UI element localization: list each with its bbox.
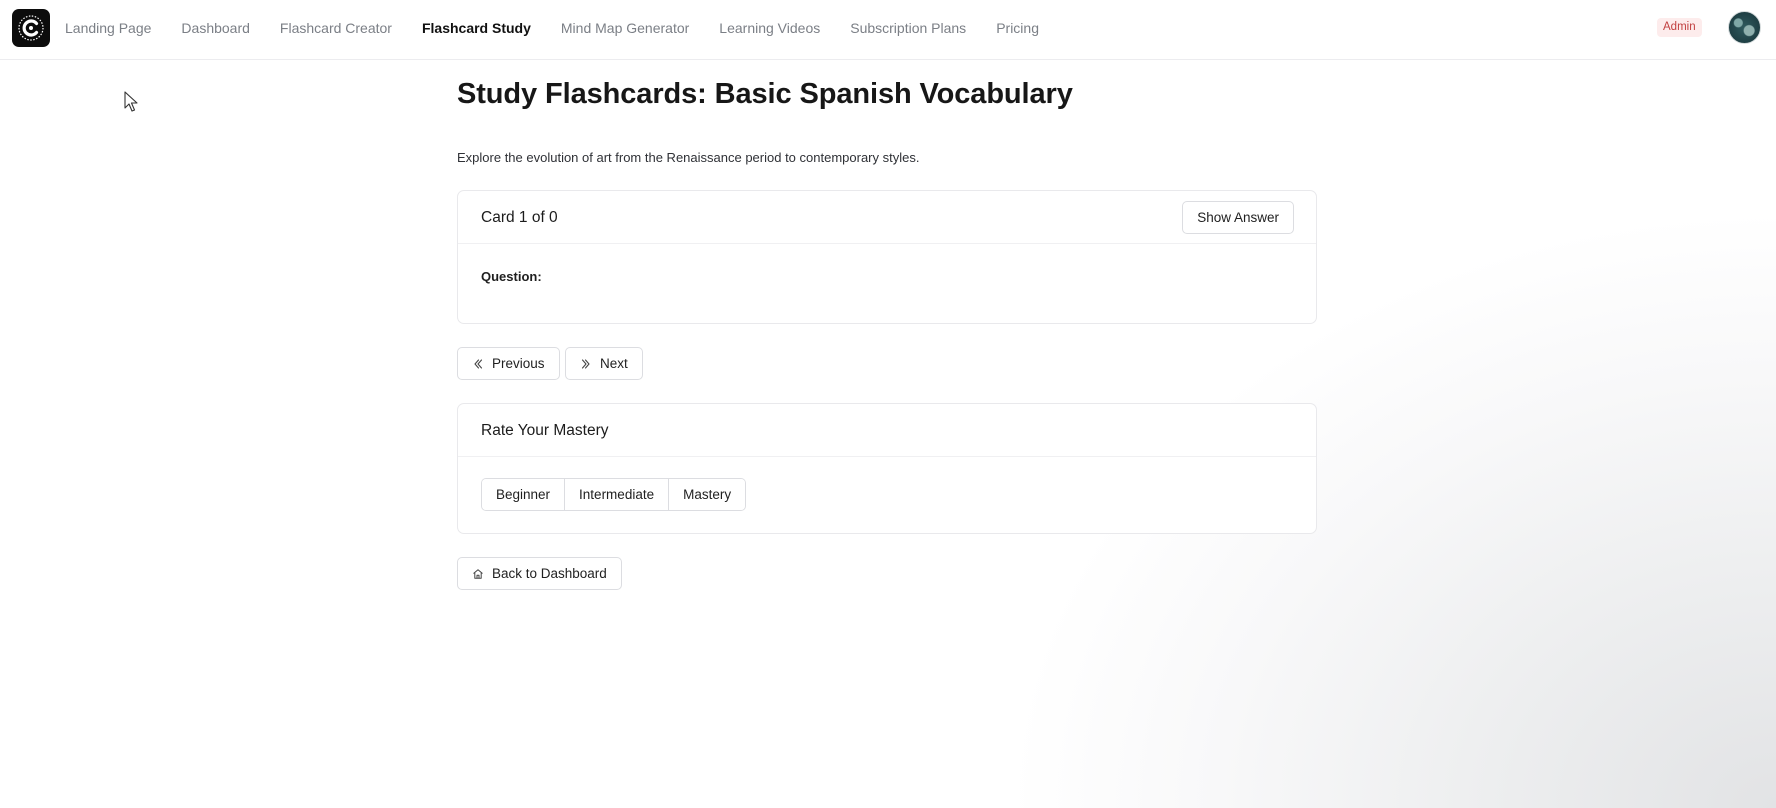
- role-badge: Admin: [1657, 18, 1702, 37]
- mastery-option-intermediate[interactable]: Intermediate: [564, 479, 669, 510]
- chevrons-right-icon: [581, 358, 590, 369]
- top-navigation-bar: Landing Page Dashboard Flashcard Creator…: [0, 0, 1776, 60]
- nav-item-landing-page[interactable]: Landing Page: [50, 20, 166, 36]
- mouse-cursor-icon: [124, 91, 138, 112]
- chevrons-left-icon: [474, 358, 483, 369]
- page-description: Explore the evolution of art from the Re…: [457, 150, 920, 165]
- card-counter: Card 1 of 0: [481, 209, 558, 226]
- page-title: Study Flashcards: Basic Spanish Vocabula…: [457, 78, 1073, 110]
- next-label: Next: [600, 356, 628, 371]
- back-to-dashboard-label: Back to Dashboard: [492, 566, 607, 581]
- logo-icon: [18, 15, 44, 41]
- flashcard-header: Card 1 of 0 Show Answer: [458, 191, 1316, 244]
- main-nav: Landing Page Dashboard Flashcard Creator…: [50, 0, 1054, 56]
- nav-item-pricing[interactable]: Pricing: [981, 20, 1054, 36]
- user-avatar[interactable]: [1728, 11, 1761, 44]
- mastery-panel: Rate Your Mastery Beginner Intermediate …: [457, 403, 1317, 534]
- mastery-options: Beginner Intermediate Mastery: [481, 478, 747, 511]
- mastery-option-mastery[interactable]: Mastery: [668, 479, 746, 510]
- nav-item-learning-videos[interactable]: Learning Videos: [704, 20, 835, 36]
- flashcard-panel: Card 1 of 0 Show Answer Question:: [457, 190, 1317, 324]
- previous-button[interactable]: Previous: [457, 347, 560, 380]
- show-answer-button[interactable]: Show Answer: [1182, 201, 1294, 234]
- nav-item-subscription-plans[interactable]: Subscription Plans: [835, 20, 981, 36]
- next-button[interactable]: Next: [565, 347, 643, 380]
- previous-label: Previous: [492, 356, 545, 371]
- home-icon: [473, 568, 483, 579]
- back-to-dashboard-button[interactable]: Back to Dashboard: [457, 557, 622, 590]
- mastery-header: Rate Your Mastery: [458, 404, 1316, 457]
- nav-item-mind-map-generator[interactable]: Mind Map Generator: [546, 20, 704, 36]
- nav-item-flashcard-study[interactable]: Flashcard Study: [407, 20, 546, 36]
- mastery-title: Rate Your Mastery: [481, 422, 609, 439]
- mastery-option-beginner[interactable]: Beginner: [482, 479, 565, 510]
- question-label: Question:: [481, 269, 542, 284]
- nav-item-dashboard[interactable]: Dashboard: [166, 20, 265, 36]
- app-logo[interactable]: [12, 9, 50, 47]
- nav-item-flashcard-creator[interactable]: Flashcard Creator: [265, 20, 407, 36]
